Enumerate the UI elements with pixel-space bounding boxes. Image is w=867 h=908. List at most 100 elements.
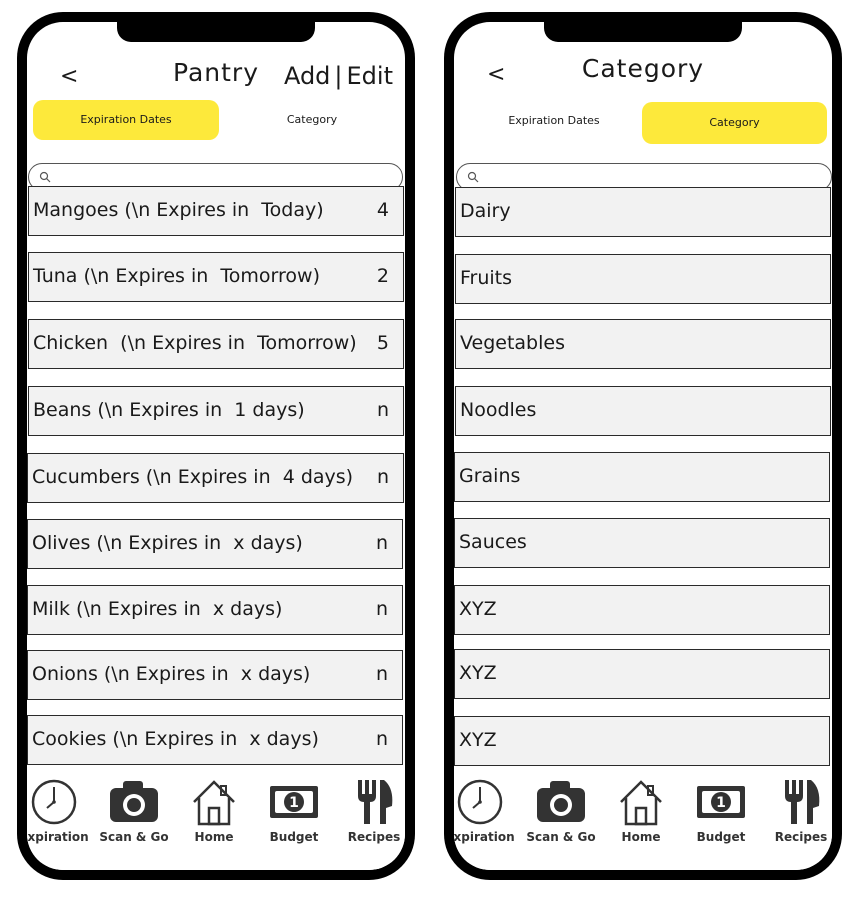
add-edit-actions: Add | Edit: [284, 62, 393, 90]
nav-recipes[interactable]: Recipes: [762, 778, 832, 844]
category-name: XYZ: [459, 662, 497, 684]
tab-category[interactable]: Category: [642, 102, 827, 144]
list-item[interactable]: Beans (\n Expires in 1 days) n: [28, 386, 404, 436]
phone-notch: [544, 22, 742, 42]
item-name: Cookies (\n Expires in x days): [32, 728, 319, 750]
fork-knife-icon: [358, 780, 393, 824]
bottom-nav: Expiration Scan & Go Home: [454, 778, 832, 870]
tab-expiration-dates[interactable]: Expiration Dates: [33, 100, 219, 140]
item-quantity: n: [376, 466, 389, 488]
clock-icon: [31, 779, 77, 825]
add-button[interactable]: Add: [284, 62, 330, 90]
pantry-screen: < Pantry Add | Edit Expiration Dates Categ…: [27, 22, 405, 870]
category-name: Fruits: [460, 267, 513, 289]
category-name: XYZ: [459, 598, 497, 620]
bottom-nav: Expiration Scan & Go Home: [27, 778, 405, 870]
list-item[interactable]: Cucumbers (\n Expires in 4 days) n: [27, 453, 404, 503]
item-quantity: n: [375, 728, 388, 750]
item-name: Mangoes (\n Expires in Today): [33, 199, 324, 221]
svg-text:1: 1: [289, 795, 299, 811]
list-item[interactable]: Mangoes (\n Expires in Today) 4: [28, 186, 404, 236]
nav-scan-and-go[interactable]: Scan & Go: [95, 778, 173, 844]
tab-expiration-dates[interactable]: Expiration Dates: [464, 101, 644, 141]
item-name: Chicken (\n Expires in Tomorrow): [33, 332, 357, 354]
category-name: Grains: [459, 465, 521, 487]
nav-budget[interactable]: 1 Budget: [255, 778, 333, 844]
category-header: < Category: [454, 52, 832, 100]
separator: |: [334, 62, 343, 90]
category-name: XYZ: [459, 729, 497, 751]
tab-category[interactable]: Category: [227, 100, 397, 140]
list-item[interactable]: XYZ: [454, 585, 830, 635]
nav-budget[interactable]: 1 Budget: [682, 778, 760, 844]
item-name: Tuna (\n Expires in Tomorrow): [33, 265, 320, 287]
nav-label: Home: [194, 830, 234, 844]
list-item[interactable]: Milk (\n Expires in x days) n: [27, 585, 403, 635]
phone-notch: [117, 22, 315, 42]
banknote-icon: 1: [697, 786, 745, 818]
list-item[interactable]: Fruits: [455, 254, 831, 304]
nav-label: Scan & Go: [526, 830, 596, 844]
list-item[interactable]: Tuna (\n Expires in Tomorrow) 2: [28, 252, 404, 302]
fork-knife-icon: [785, 780, 820, 824]
list-item[interactable]: Cookies (\n Expires in x days) n: [27, 715, 403, 765]
nav-label: Expiration: [27, 830, 89, 844]
item-name: Cucumbers (\n Expires in 4 days): [32, 466, 354, 488]
search-icon: [39, 171, 51, 183]
camera-icon: [110, 781, 158, 822]
nav-home[interactable]: Home: [175, 778, 253, 844]
nav-label: Scan & Go: [99, 830, 169, 844]
item-name: Onions (\n Expires in x days): [32, 663, 311, 685]
list-item[interactable]: Chicken (\n Expires in Tomorrow) 5: [28, 319, 404, 369]
nav-expiration[interactable]: Expiration: [27, 778, 93, 844]
nav-scan-and-go[interactable]: Scan & Go: [522, 778, 600, 844]
list-item[interactable]: Sauces: [454, 518, 830, 568]
item-quantity: 5: [376, 332, 389, 354]
nav-home[interactable]: Home: [602, 778, 680, 844]
category-name: Noodles: [460, 399, 537, 421]
item-quantity: 4: [376, 199, 389, 221]
category-name: Sauces: [459, 531, 527, 553]
category-screen: < Category Expiration Dates Category Dai…: [454, 22, 832, 870]
edit-button[interactable]: Edit: [347, 62, 393, 90]
phone-frame-pantry: < Pantry Add | Edit Expiration Dates Categ…: [17, 12, 415, 880]
item-name: Beans (\n Expires in 1 days): [33, 399, 305, 421]
search-input[interactable]: [483, 167, 821, 189]
item-name: Milk (\n Expires in x days): [32, 598, 283, 620]
phone-frame-category: < Category Expiration Dates Category Dai…: [444, 12, 842, 880]
list-item[interactable]: Dairy: [455, 187, 831, 237]
item-quantity: n: [375, 532, 388, 554]
camera-icon: [537, 781, 585, 822]
pantry-header: < Pantry Add | Edit: [27, 52, 405, 100]
list-item[interactable]: Olives (\n Expires in x days) n: [27, 519, 403, 569]
nav-label: Budget: [696, 830, 746, 844]
search-icon: [467, 171, 479, 183]
list-item[interactable]: Grains: [454, 452, 830, 502]
category-name: Vegetables: [460, 332, 565, 354]
nav-label: Recipes: [774, 830, 828, 844]
tab-bar: Expiration Dates Category: [27, 100, 405, 142]
category-name: Dairy: [460, 200, 511, 222]
item-quantity: n: [375, 663, 388, 685]
home-icon: [620, 780, 662, 826]
list-item[interactable]: XYZ: [454, 716, 830, 766]
home-icon: [193, 780, 235, 826]
nav-expiration[interactable]: Expiration: [454, 778, 519, 844]
nav-recipes[interactable]: Recipes: [335, 778, 405, 844]
nav-label: Expiration: [454, 830, 515, 844]
nav-label: Recipes: [347, 830, 401, 844]
item-name: Olives (\n Expires in x days): [32, 532, 303, 554]
list-item[interactable]: Onions (\n Expires in x days) n: [27, 650, 403, 700]
list-item[interactable]: Vegetables: [455, 319, 831, 369]
list-item[interactable]: XYZ: [454, 649, 830, 699]
item-quantity: n: [375, 598, 388, 620]
nav-label: Budget: [269, 830, 319, 844]
svg-text:1: 1: [716, 795, 726, 811]
nav-label: Home: [621, 830, 661, 844]
item-quantity: n: [376, 399, 389, 421]
banknote-icon: 1: [270, 786, 318, 818]
list-item[interactable]: Noodles: [455, 386, 831, 436]
clock-icon: [457, 779, 503, 825]
page-title: Category: [581, 54, 705, 83]
item-quantity: 2: [376, 265, 389, 287]
